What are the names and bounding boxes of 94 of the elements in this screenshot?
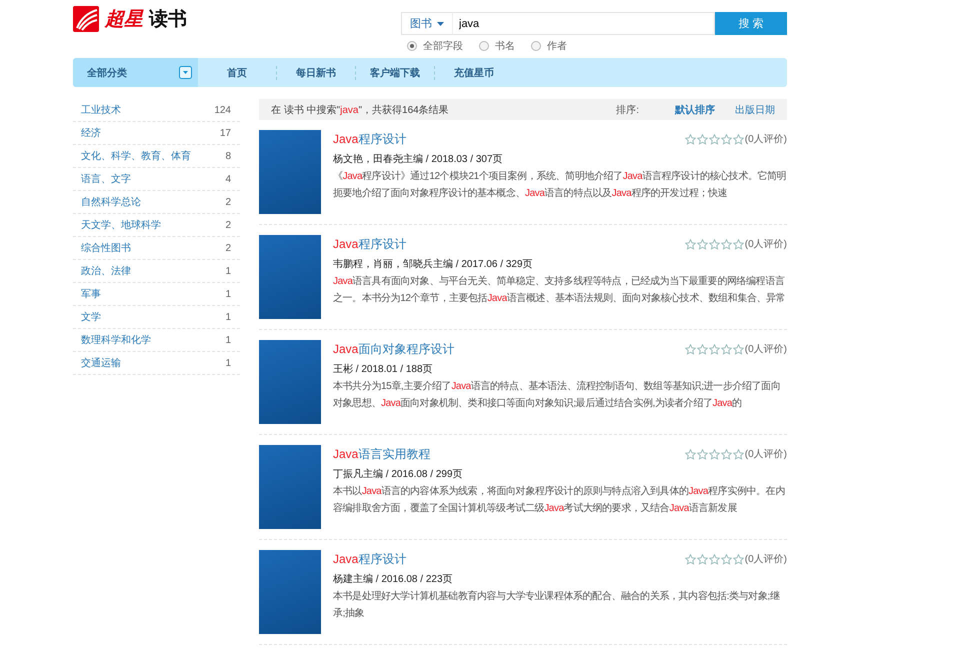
star-icon (708, 134, 720, 144)
book-title[interactable]: Java程序设计 (333, 550, 685, 568)
book-meta: 杨文艳，田春尧主编 / 2018.03 / 307页 (333, 152, 504, 166)
star-icon (696, 554, 708, 564)
category-link[interactable]: 工业技术 (81, 103, 121, 117)
star-icon (708, 238, 720, 250)
sort-label: 排序: (616, 104, 639, 116)
search-button[interactable]: 搜 索 (715, 12, 787, 35)
rating-count: (0人评价) (744, 133, 787, 146)
star-icon (696, 238, 708, 250)
category-link[interactable]: 政治、法律 (81, 264, 131, 278)
category-count: 1 (225, 334, 231, 346)
radio-option[interactable]: 书名 (479, 39, 515, 53)
book-description: 本书是处理好大学计算机基础教育内容与大学专业课程体系的配合、融合的关系，其内容包括:类与对象;继承;抽象 (333, 590, 781, 621)
book-cover[interactable] (259, 340, 321, 424)
book-title[interactable]: Java面向对象程序设计 (333, 340, 685, 358)
book-description: 本书共分为15章,主要介绍了Java语言的特点、基本语法、流程控制语句、数组等基知识;进一步介绍了面向对象思想、Java面向对象机制、类和接口等面向对象知识;最后通过结合实例,为读者介绍了Java的 (333, 380, 782, 411)
category-count: 1 (225, 266, 231, 276)
star-icon (708, 448, 720, 460)
book-description: Java语言具有面向对象、与平台无关、简单稳定、支持多线程等特点，已经成为当下最重要的网络编程语言之一。本书分为12个章节，主要包括Java语言概述、基本语法规则、面向对象核心技术、数组和集合、异常 (333, 274, 786, 306)
book-description: 本书以Java语言的内容体系为线索，将面向对象程序设计的原则与特点溶入到具体的Java程序实例中。在内容编排取舍方面，覆盖了全国计算机等级考试二级Java考试大纲的要求，又结合Java语言新发展 (333, 484, 786, 516)
star-icon (684, 238, 696, 250)
scope-dropdown[interactable]: 图书 (401, 12, 453, 35)
book-meta: 韦鹏程，肖丽，邹晓兵主编 / 2017.06 / 329页 (333, 258, 534, 271)
nav-link[interactable]: 首页 (198, 66, 277, 80)
star-icon (684, 554, 696, 564)
star-icon (696, 344, 708, 354)
sort-link[interactable]: 默认排序 (675, 102, 715, 116)
star-icon (720, 344, 732, 354)
category-link[interactable]: 经济 (81, 126, 101, 140)
category-menu[interactable]: 全部分类 (73, 58, 198, 87)
book-cover[interactable] (259, 445, 321, 529)
book-cover[interactable] (259, 550, 321, 634)
rating-count: (0人评价) (744, 553, 787, 566)
star-icon (732, 554, 744, 564)
category-link[interactable]: 军事 (81, 287, 101, 301)
category-count: 8 (225, 150, 231, 162)
category-count: 2 (225, 220, 231, 230)
book-title[interactable]: Java程序设计 (333, 130, 685, 148)
caret-icon (437, 22, 444, 26)
category-link[interactable]: 综合性图书 (81, 241, 131, 255)
nav-link[interactable]: 充值星币 (435, 66, 513, 80)
category-count: 1 (225, 358, 231, 368)
results-summary: 在 读书 中搜索"java"，共获得164条结果 (271, 104, 450, 116)
book-description: 《Java程序设计》通过12个模块21个项目案例，系统、简明地介绍了Java语言程序设计的核心技术。它简明扼要地介绍了面向对象程序设计的基本概念、Java语言的特点以及Java程序的开发过程；快速 (333, 170, 787, 201)
star-icon (720, 554, 732, 564)
nav-link[interactable]: 每日新书 (277, 66, 356, 80)
star-icon (696, 448, 708, 460)
star-icon (684, 344, 696, 354)
category-link[interactable]: 交通运输 (81, 356, 121, 370)
book-title[interactable]: Java程序设计 (333, 236, 685, 252)
category-link[interactable]: 文化、科学、教育、体育 (81, 149, 191, 163)
category-count: 124 (214, 104, 231, 116)
star-icon (732, 238, 744, 250)
star-icon (720, 448, 732, 460)
book-meta: 丁振凡主编 / 2016.08 / 299页 (333, 468, 464, 481)
star-icon (732, 344, 744, 354)
search-field[interactable]: java (453, 12, 715, 35)
rating-count: (0人评价) (744, 343, 787, 356)
sort-link[interactable]: 出版日期 (735, 102, 775, 116)
logo-product: 读书 (149, 8, 187, 32)
category-count: 4 (225, 174, 231, 184)
star-icon (720, 238, 732, 250)
category-link[interactable]: 文学 (81, 310, 101, 324)
category-link[interactable]: 语言、文字 (81, 172, 131, 186)
rating-count: (0人评价) (744, 448, 787, 461)
rating-count: (0人评价) (744, 238, 787, 251)
category-count: 2 (225, 196, 231, 208)
radio-option[interactable]: 作者 (531, 39, 567, 53)
book-title[interactable]: Java语言实用教程 (333, 446, 685, 462)
radio-option[interactable]: 全部字段 (407, 39, 463, 53)
category-count: 17 (220, 128, 231, 138)
nav-link[interactable]: 客户端下载 (356, 66, 435, 80)
book-cover[interactable] (259, 235, 321, 319)
category-link[interactable]: 数理科学和化学 (81, 333, 151, 347)
category-link[interactable]: 自然科学总论 (81, 195, 141, 209)
category-count: 1 (225, 288, 231, 300)
star-icon (684, 134, 696, 144)
logo-brand: 超星 (105, 8, 143, 32)
category-count: 1 (225, 312, 231, 322)
star-icon (708, 344, 720, 354)
star-icon (708, 554, 720, 564)
book-meta: 杨建主编 / 2016.08 / 223页 (333, 572, 454, 586)
logo-icon (73, 6, 99, 32)
book-cover[interactable] (259, 130, 321, 214)
star-icon (696, 134, 708, 144)
star-icon (720, 134, 732, 144)
category-count: 2 (225, 242, 231, 254)
star-icon (732, 448, 744, 460)
book-meta: 王彬 / 2018.01 / 188页 (333, 362, 434, 376)
star-icon (732, 134, 744, 144)
category-link[interactable]: 天文学、地球科学 (81, 218, 161, 232)
caret-icon (179, 66, 192, 79)
star-icon (684, 448, 696, 460)
